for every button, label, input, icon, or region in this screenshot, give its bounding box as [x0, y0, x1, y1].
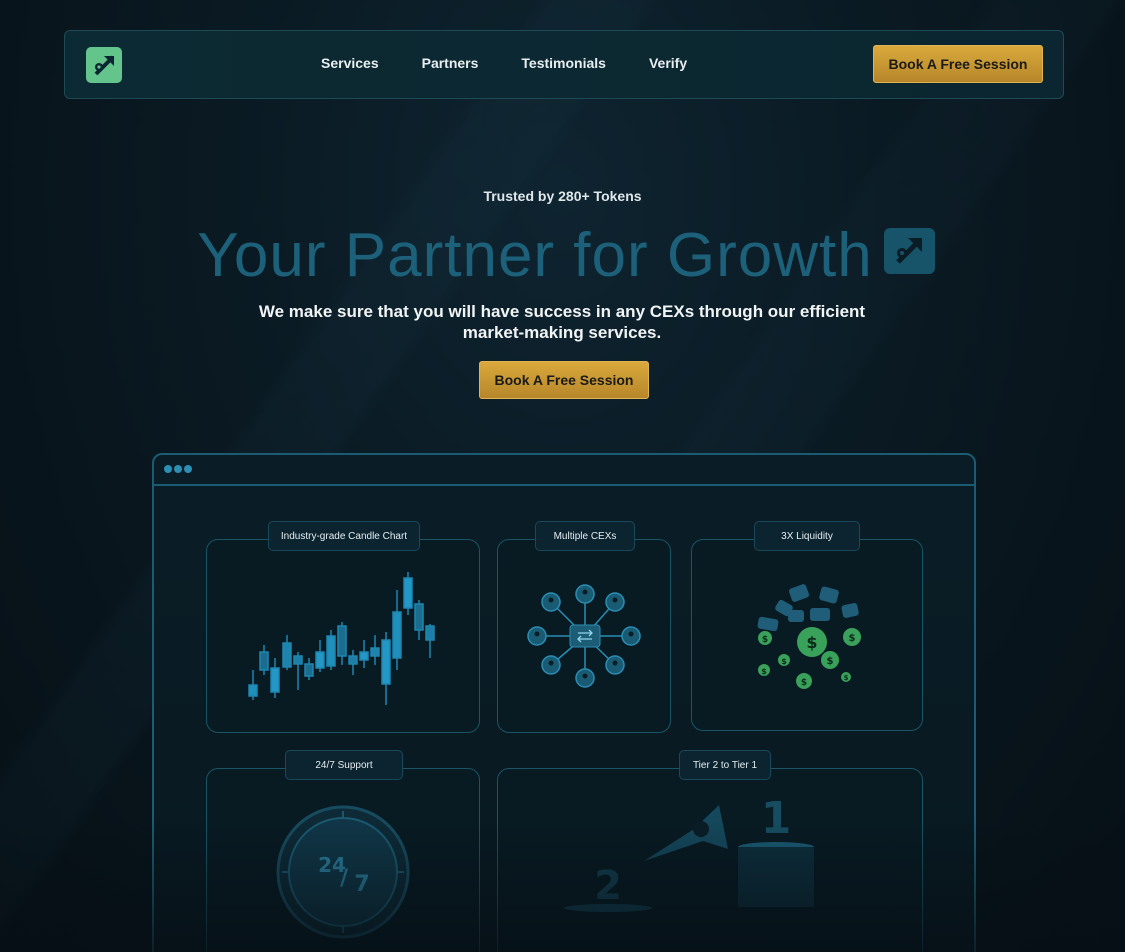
nav-link-verify[interactable]: Verify — [649, 55, 687, 71]
nav-book-session-button[interactable]: Book A Free Session — [873, 45, 1043, 83]
top-navbar: Services Partners Testimonials Verify Bo… — [64, 30, 1064, 99]
card-label: Industry-grade Candle Chart — [268, 521, 420, 551]
svg-text:$: $ — [801, 678, 807, 688]
trusted-by-text: Trusted by 280+ Tokens — [483, 188, 642, 204]
card-label: 3X Liquidity — [754, 521, 860, 551]
svg-text:$: $ — [849, 633, 856, 644]
tier-from-number: 2 — [594, 863, 622, 909]
nav-link-partners[interactable]: Partners — [422, 55, 479, 71]
feature-card-support: 24/7 Support 24 / 7 — [206, 750, 480, 952]
card-label: Multiple CEXs — [535, 521, 635, 551]
feature-card-liquidity: 3X Liquidity $ $ $ $ $ $ $ $ — [691, 521, 923, 731]
browser-title-bar — [154, 455, 974, 486]
window-dot-icon — [164, 465, 172, 473]
candle-chart-icon — [248, 572, 435, 705]
window-dot-icon — [184, 465, 192, 473]
brand-logo-icon[interactable] — [86, 47, 122, 83]
nav-link-testimonials[interactable]: Testimonials — [521, 55, 606, 71]
svg-text:$: $ — [761, 667, 767, 676]
clock-24-7-icon: 24 / 7 — [276, 805, 410, 939]
svg-text:$: $ — [844, 674, 849, 682]
hero-book-session-button[interactable]: Book A Free Session — [479, 361, 649, 399]
svg-text:$: $ — [806, 633, 817, 652]
svg-text:$: $ — [762, 635, 768, 645]
support-badge-bottom: 7 — [354, 872, 369, 897]
feature-card-multiple-cex: Multiple CEXs — [497, 521, 671, 733]
exchange-network-icon — [527, 584, 641, 688]
card-label: Tier 2 to Tier 1 — [679, 750, 771, 780]
growth-arrow-icon — [884, 228, 935, 274]
svg-text:$: $ — [827, 656, 834, 667]
nav-link-services[interactable]: Services — [321, 55, 379, 71]
feature-card-tier-upgrade: Tier 2 to Tier 1 1 2 — [497, 750, 923, 952]
feature-card-candle-chart: Industry-grade Candle Chart — [206, 521, 480, 733]
window-dot-icon — [174, 465, 182, 473]
tier-podium-icon: 1 2 — [564, 793, 814, 912]
coins-cash-icon: $ $ $ $ $ $ $ $ — [757, 584, 861, 689]
svg-text:$: $ — [781, 657, 787, 666]
tier-to-number: 1 — [761, 793, 792, 844]
hero-subtitle: We make sure that you will have success … — [258, 302, 866, 342]
card-label: 24/7 Support — [285, 750, 403, 780]
nav-links: Services Partners Testimonials Verify — [321, 55, 730, 71]
browser-mockup: Industry-grade Candle Chart Multiple CEX… — [152, 453, 976, 952]
svg-text:/: / — [340, 866, 349, 891]
